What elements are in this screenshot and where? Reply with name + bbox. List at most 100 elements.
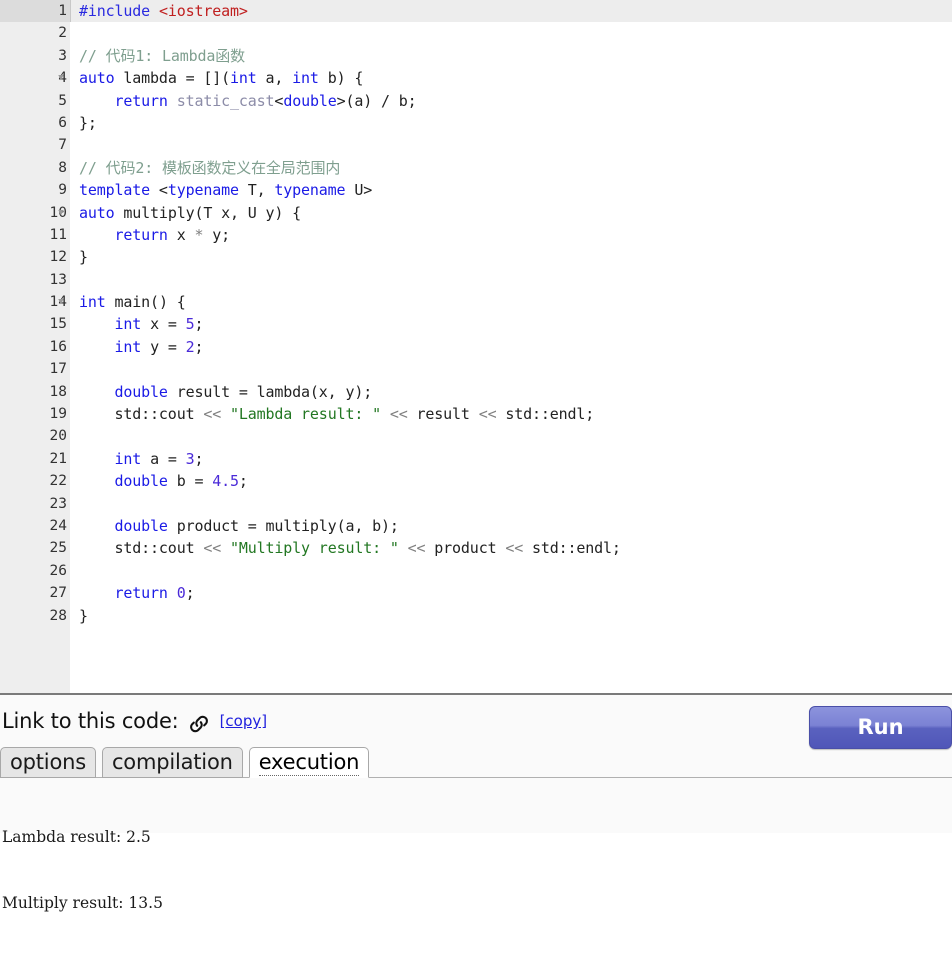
line-number: 17 <box>0 358 70 381</box>
code-text[interactable] <box>70 358 952 381</box>
fold-arrow-icon[interactable]: ▼ <box>55 202 67 224</box>
line-number: 22 <box>0 470 70 493</box>
code-text[interactable]: return static_cast<double>(a) / b; <box>70 89 952 112</box>
run-button[interactable]: Run <box>809 706 952 749</box>
code-text[interactable]: auto lambda = [](int a, int b) { <box>70 67 952 90</box>
code-line[interactable]: 2 <box>0 22 952 45</box>
line-number: 16 <box>0 335 70 359</box>
code-text[interactable] <box>70 559 952 583</box>
line-number: 13 <box>0 268 70 292</box>
code-line[interactable]: 28} <box>0 604 952 627</box>
line-number: 4 ▼ <box>0 67 70 90</box>
code-text[interactable]: double b = 4.5; <box>70 470 952 493</box>
code-text[interactable]: template <typename T, typename U> <box>70 179 952 202</box>
code-line[interactable]: 5 return static_cast<double>(a) / b; <box>0 89 952 112</box>
code-text[interactable] <box>70 492 952 515</box>
code-text[interactable]: // 代码2: 模板函数定义在全局范围内 <box>70 156 952 180</box>
code-line[interactable]: 22 double b = 4.5; <box>0 470 952 493</box>
code-line[interactable]: 4 ▼ auto lambda = [](int a, int b) { <box>0 67 952 90</box>
code-lines[interactable]: 1 #include <iostream> 2 3// 代码1: Lambda函数 4… <box>0 0 952 627</box>
line-number: 10 ▼ <box>0 201 70 224</box>
tab-execution[interactable]: execution <box>248 747 370 778</box>
line-number: 18 <box>0 380 70 404</box>
line-number: 12 <box>0 246 70 269</box>
fold-arrow-icon[interactable]: ▼ <box>55 291 67 313</box>
code-editor[interactable]: 1 #include <iostream> 2 3// 代码1: Lambda函数 4… <box>0 0 952 693</box>
output-line: Multiply result: 13.5 <box>2 894 163 912</box>
code-line[interactable]: 9 template <typename T, typename U> <box>0 179 952 202</box>
tab-options[interactable]: options <box>0 747 96 778</box>
line-number: 2 <box>0 22 70 45</box>
code-line[interactable]: 6}; <box>0 111 952 135</box>
code-text[interactable]: } <box>70 604 952 627</box>
line-number: 27 <box>0 582 70 605</box>
code-text[interactable]: double product = multiply(a, b); <box>70 514 952 538</box>
code-line[interactable]: 25 std::cout << "Multiply result: " << p… <box>0 537 952 560</box>
code-line[interactable]: 7 <box>0 134 952 157</box>
code-line[interactable]: 16 int y = 2; <box>0 335 952 359</box>
line-number: 24 <box>0 514 70 538</box>
link-bar: Link to this code: [copy] Run <box>0 695 952 749</box>
code-text[interactable] <box>70 22 952 45</box>
code-text[interactable]: int y = 2; <box>70 335 952 359</box>
code-text[interactable]: // 代码1: Lambda函数 <box>70 44 952 68</box>
code-line[interactable]: 3// 代码1: Lambda函数 <box>0 44 952 68</box>
line-number: 1 <box>0 0 70 23</box>
line-number: 19 <box>0 403 70 426</box>
code-text[interactable] <box>70 268 952 292</box>
line-number: 23 <box>0 492 70 515</box>
line-number: 14 ▼ <box>0 291 70 314</box>
line-number: 9 <box>0 179 70 202</box>
code-text[interactable]: double result = lambda(x, y); <box>70 380 952 404</box>
line-number: 20 <box>0 425 70 448</box>
code-text[interactable]: auto multiply(T x, U y) { <box>70 201 952 224</box>
code-line[interactable]: 18 double result = lambda(x, y); <box>0 380 952 404</box>
line-number: 7 <box>0 134 70 157</box>
line-number: 8 <box>0 156 70 180</box>
line-number: 28 <box>0 604 70 627</box>
code-line[interactable]: 8// 代码2: 模板函数定义在全局范围内 <box>0 156 952 180</box>
code-line[interactable]: 15 int x = 5; <box>0 313 952 336</box>
line-number: 15 <box>0 313 70 336</box>
code-line[interactable]: 1 #include <iostream> <box>0 0 952 23</box>
line-number: 26 <box>0 559 70 583</box>
code-line[interactable]: 17 <box>0 358 952 381</box>
execution-output: Lambda result: 2.5 Multiply result: 13.5 <box>0 778 952 958</box>
tab-compilation-label: compilation <box>111 750 233 774</box>
code-text[interactable]: int x = 5; <box>70 313 952 336</box>
code-text[interactable]: }; <box>70 111 952 135</box>
line-number: 25 <box>0 537 70 560</box>
code-line[interactable]: 10 ▼ auto multiply(T x, U y) { <box>0 201 952 224</box>
tab-compilation[interactable]: compilation <box>101 747 243 778</box>
code-text[interactable]: std::cout << "Lambda result: " << result… <box>70 403 952 426</box>
code-text[interactable]: return x * y; <box>70 223 952 247</box>
code-text[interactable] <box>70 134 952 157</box>
code-text[interactable] <box>70 425 952 448</box>
code-line[interactable]: 11 return x * y; <box>0 223 952 247</box>
bottom-panel: Link to this code: [copy] Run options co… <box>0 693 952 912</box>
code-line[interactable]: 23 <box>0 492 952 515</box>
code-line[interactable]: 21 int a = 3; <box>0 447 952 471</box>
code-text[interactable]: return 0; <box>70 582 952 605</box>
result-tabs[interactable]: options compilation execution <box>0 747 952 778</box>
tab-execution-label: execution <box>258 750 360 776</box>
code-text[interactable]: int a = 3; <box>70 447 952 471</box>
code-line[interactable]: 27 return 0; <box>0 582 952 605</box>
code-line[interactable]: 20 <box>0 425 952 448</box>
link-icon[interactable] <box>187 712 211 736</box>
copy-link[interactable]: [copy] <box>220 712 268 730</box>
code-line[interactable]: 12} <box>0 246 952 269</box>
code-line[interactable]: 14 ▼ int main() { <box>0 291 952 314</box>
line-number: 6 <box>0 111 70 135</box>
output-line: Lambda result: 2.5 <box>2 828 151 846</box>
code-text[interactable]: } <box>70 246 952 269</box>
fold-arrow-icon[interactable]: ▼ <box>55 67 67 89</box>
code-line[interactable]: 24 double product = multiply(a, b); <box>0 514 952 538</box>
code-line[interactable]: 26 <box>0 559 952 583</box>
code-line[interactable]: 13 <box>0 268 952 292</box>
code-text[interactable]: #include <iostream> <box>70 0 952 23</box>
code-text[interactable]: std::cout << "Multiply result: " << prod… <box>70 537 952 560</box>
code-text[interactable]: int main() { <box>70 291 952 314</box>
code-line[interactable]: 19 std::cout << "Lambda result: " << res… <box>0 403 952 426</box>
line-number: 5 <box>0 89 70 112</box>
